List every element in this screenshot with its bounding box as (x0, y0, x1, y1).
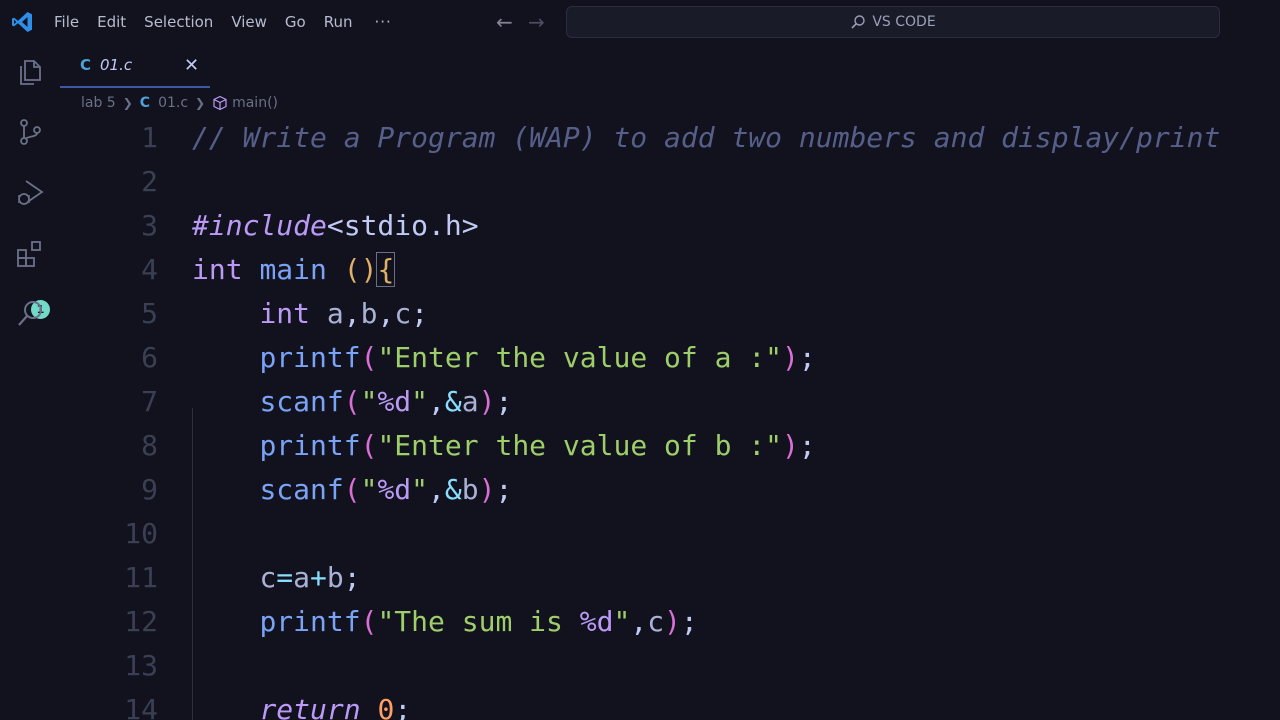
code-text: #include<stdio.h> (192, 209, 479, 242)
line-number: 14 (124, 693, 158, 720)
code-line[interactable]: 9 scanf("%d",&b); (0, 468, 1280, 512)
close-icon[interactable]: ✕ (184, 55, 199, 76)
menu-file[interactable]: File (54, 13, 79, 31)
line-number: 10 (124, 517, 158, 550)
code-text: int main (){ (192, 252, 396, 287)
breadcrumb-file[interactable]: 01.c (158, 95, 188, 111)
chevron-right-icon: ❯ (122, 96, 133, 110)
code-line[interactable]: 1 // Write a Program (WAP) to add two num… (0, 116, 1280, 160)
line-number: 7 (141, 385, 158, 418)
search-icon (851, 15, 866, 29)
back-arrow-icon[interactable]: ← (496, 10, 513, 34)
code-text: printf("Enter the value of a :"); (259, 341, 816, 374)
breadcrumb-folder[interactable]: lab 5 (81, 95, 116, 111)
line-number: 4 (141, 253, 158, 286)
function-cube-icon (213, 95, 227, 111)
code-text: int a,b,c; (259, 297, 429, 330)
code-text: scanf("%d",&a); (259, 385, 513, 418)
code-line[interactable]: 6 printf("Enter the value of a :"); (0, 336, 1280, 380)
code-line[interactable]: 10 (0, 512, 1280, 556)
command-center-label: VS CODE (872, 14, 936, 30)
menu-go[interactable]: Go (285, 13, 306, 31)
line-number: 5 (141, 297, 158, 330)
line-number: 8 (141, 429, 158, 462)
menu-bar: File Edit Selection View Go Run ··· (54, 0, 392, 44)
line-number: 12 (124, 605, 158, 638)
code-line[interactable]: 11 c=a+b; (0, 556, 1280, 600)
code-line[interactable]: 12 printf("The sum is %d",c); (0, 600, 1280, 644)
line-number: 11 (124, 561, 158, 594)
code-line[interactable]: 8 printf("Enter the value of b :"); (0, 424, 1280, 468)
vscode-logo-icon[interactable] (10, 10, 34, 34)
code-editor[interactable]: 1 // Write a Program (WAP) to add two num… (0, 116, 1280, 720)
menu-more-button[interactable]: ··· (375, 13, 392, 31)
code-text: return 0; (259, 693, 412, 720)
code-line[interactable]: 2 (0, 160, 1280, 204)
code-text: printf("The sum is %d",c); (259, 605, 698, 638)
breadcrumb: lab 5 ❯ C 01.c ❯ main() (81, 92, 278, 114)
line-number: 1 (141, 121, 158, 154)
line-number: 2 (141, 165, 158, 198)
tab-label: 01.c (100, 56, 133, 74)
editor-tab-bar: C 01.c ✕ (60, 44, 1280, 88)
code-text: scanf("%d",&b); (259, 473, 513, 506)
code-line[interactable]: 7 scanf("%d",&a); (0, 380, 1280, 424)
chevron-right-icon: ❯ (195, 96, 206, 110)
code-text: // Write a Program (WAP) to add two numb… (192, 121, 1221, 154)
c-language-icon: C (80, 56, 92, 74)
line-number: 3 (141, 209, 158, 242)
command-center-search[interactable]: VS CODE (566, 6, 1220, 38)
line-number: 13 (124, 649, 158, 682)
tab-01-c[interactable]: C 01.c ✕ (60, 44, 210, 88)
code-line[interactable]: 4 int main (){ (0, 248, 1280, 292)
title-bar: File Edit Selection View Go Run ··· ← → … (0, 0, 1280, 44)
code-text: printf("Enter the value of b :"); (259, 429, 816, 462)
c-language-icon: C (139, 95, 151, 111)
breadcrumb-symbol[interactable]: main() (232, 95, 278, 111)
menu-run[interactable]: Run (324, 13, 353, 31)
code-line[interactable]: 3 #include<stdio.h> (0, 204, 1280, 248)
forward-arrow-icon[interactable]: → (528, 10, 545, 34)
menu-edit[interactable]: Edit (97, 13, 126, 31)
line-number: 9 (141, 473, 158, 506)
menu-view[interactable]: View (231, 13, 267, 31)
line-number: 6 (141, 341, 158, 374)
code-line[interactable]: 5 int a,b,c; (0, 292, 1280, 336)
code-line[interactable]: 14 return 0; (0, 688, 1280, 720)
explorer-files-icon[interactable] (14, 56, 46, 88)
code-line[interactable]: 13 (0, 644, 1280, 688)
menu-selection[interactable]: Selection (144, 13, 213, 31)
code-text: c=a+b; (259, 561, 361, 594)
